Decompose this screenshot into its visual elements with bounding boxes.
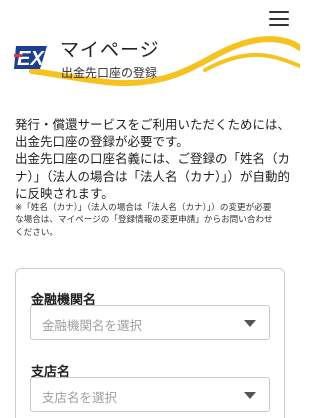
chevron-down-icon — [244, 392, 256, 399]
intro-line: 発行・償還サービスをご利用いただくためには、 — [15, 117, 291, 132]
note-line: ください。 — [15, 227, 58, 238]
intro-line: 出金先口座の口座名義には、ご登録の「姓名（カ — [15, 151, 291, 167]
note-line: な場合は、マイページの「登録情報の変更申請」からお問い合わせ — [15, 215, 273, 226]
branch-name-select[interactable]: 支店名を選択 — [30, 377, 270, 412]
bank-form-card: 金融機関名 金融機関名を選択 支店名 支店名を選択 — [15, 268, 285, 418]
intro-text: 発行・償還サービスをご利用いただくためには、 出金先口座の登録が必要です。 出金… — [15, 116, 290, 202]
branch-name-placeholder: 支店名を選択 — [42, 390, 118, 405]
intro-line: ナ）」（法人の場合は「法人名（カナ）」）が自動的 — [15, 168, 291, 184]
svg-text:EX: EX — [17, 48, 45, 70]
intro-line: に反映されます。 — [15, 185, 114, 201]
intro-note: ※「姓名（カナ）」（法人の場合は「法人名（カナ）」）の変更が必要 な場合は、マイ… — [15, 202, 291, 239]
bank-name-placeholder: 金融機関名を選択 — [42, 318, 143, 333]
chevron-down-icon — [244, 320, 256, 327]
intro-line: 出金先口座の登録が必要です。 — [15, 134, 189, 150]
hamburger-menu-icon[interactable] — [269, 11, 289, 26]
note-line: ※「姓名（カナ）」（法人の場合は「法人名（カナ）」）の変更が必要 — [15, 203, 272, 213]
page-subtitle: 出金先口座の登録 — [61, 66, 158, 80]
ex-logo-icon: EX — [14, 46, 47, 70]
page-header: EX マイページ 出金先口座の登録 — [0, 28, 300, 88]
bank-name-select[interactable]: 金融機関名を選択 — [30, 305, 270, 340]
page-title: マイページ — [60, 39, 160, 61]
